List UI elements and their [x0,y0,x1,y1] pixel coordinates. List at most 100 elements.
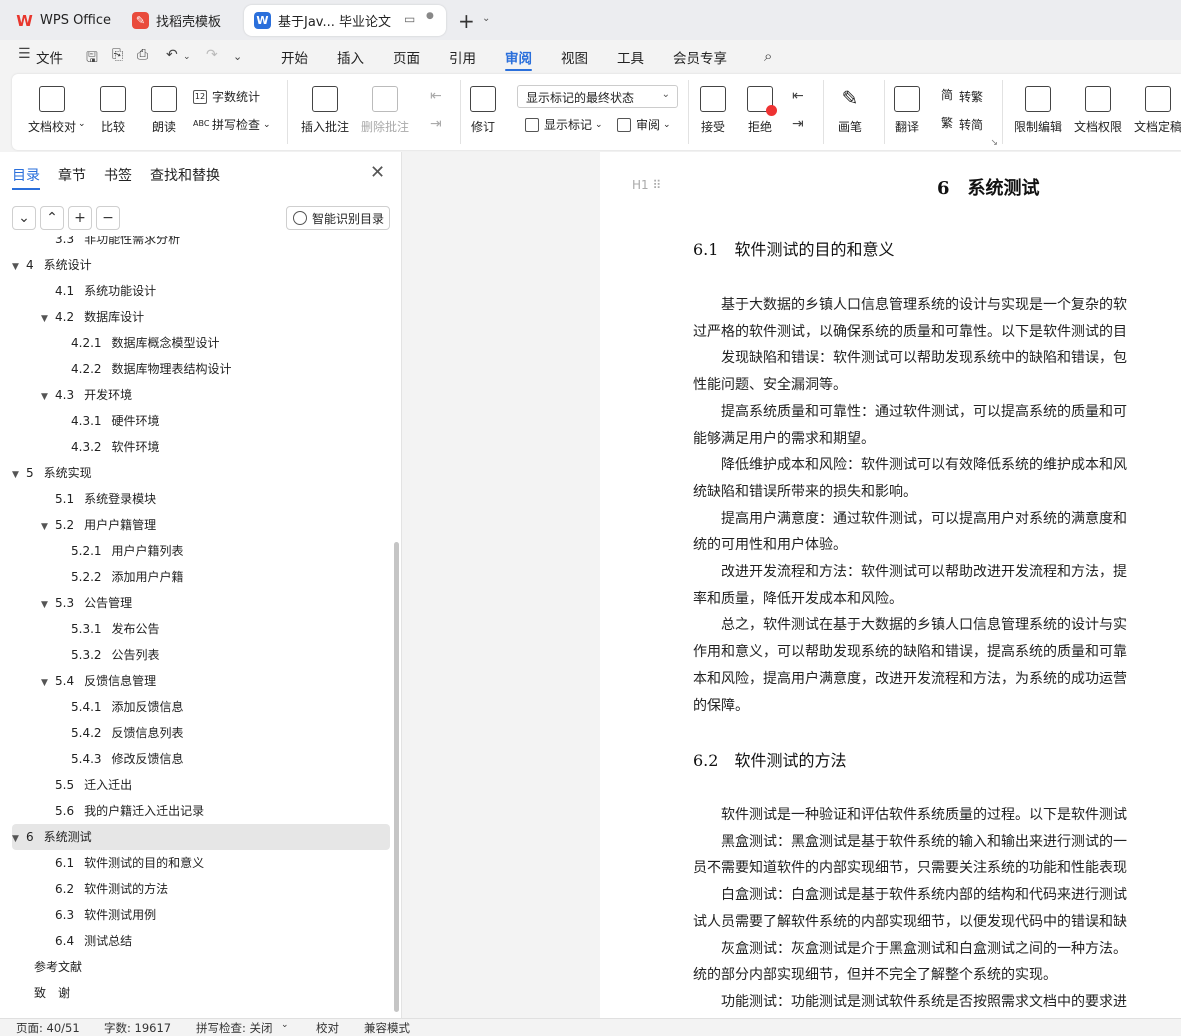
chevron-down-icon[interactable]: ⌄ [12,206,36,230]
toc-item[interactable]: 6.1 软件测试的目的和意义 [12,850,390,876]
next-change-icon[interactable]: ⇥ [792,116,804,132]
read-aloud-button[interactable]: 朗读 [151,86,177,135]
toc-item[interactable]: 致 谢 [12,980,390,1006]
expand-triangle-icon[interactable]: ▼ [41,306,55,332]
spell-check-button[interactable]: ABC 拼写检查 ⌄ [193,116,271,133]
toc-item[interactable]: 6.2 软件测试的方法 [12,876,390,902]
expand-triangle-icon[interactable]: ▼ [12,254,26,280]
tab-bookmarks[interactable]: 书签 [104,165,132,185]
chevron-up-icon[interactable]: ⌃ [40,206,64,230]
page-indicator[interactable]: 页面: 40/51 [16,1020,80,1036]
minus-icon[interactable]: − [96,206,120,230]
toc-item[interactable]: 5.3.2 公告列表 [12,642,390,668]
track-changes-button[interactable]: 修订 [470,86,496,135]
toc-item[interactable]: 5.3.1 发布公告 [12,616,390,642]
menu-file[interactable]: 文件 [36,47,63,67]
tab-wps-office[interactable]: W WPS Office [6,5,118,36]
redo-icon[interactable]: ↷ [206,47,218,63]
tab-find-replace[interactable]: 查找和替换 [150,165,220,185]
scrollbar[interactable] [394,542,399,1012]
show-markup-button[interactable]: 显示标记 ⌄ [525,116,603,133]
markup-state-dropdown[interactable]: 显示标记的最终状态 ⌄ [517,85,678,108]
tab-toc[interactable]: 目录 [12,165,40,190]
restrict-edit-button[interactable]: 限制编辑 [1014,86,1062,135]
toc-item[interactable]: ▼ 5 系统实现 [12,460,390,486]
toc-item[interactable]: 5.2.1 用户户籍列表 [12,538,390,564]
translate-button[interactable]: 翻译 [894,86,920,135]
smart-toc-button[interactable]: 智能识别目录 [286,206,390,230]
expand-triangle-icon[interactable]: ▼ [41,514,55,540]
spell-check-status[interactable]: 拼写检查: 关闭 [196,1020,273,1036]
group-launcher-icon[interactable]: ↘ [990,138,998,148]
review-pane-button[interactable]: 审阅 ⌄ [617,116,671,133]
expand-triangle-icon[interactable]: ▼ [12,462,26,488]
menu-page[interactable]: 页面 [393,47,420,67]
expand-triangle-icon[interactable]: ▼ [41,384,55,410]
screen-icon[interactable]: ▭ [404,12,415,26]
tab-docer-templates[interactable]: ✎ 找稻壳模板 [122,5,240,36]
toc-item[interactable]: ▼ 5.3 公告管理 [12,590,390,616]
proofread-status[interactable]: 校对 [316,1020,339,1036]
menu-references[interactable]: 引用 [449,47,476,67]
word-count-status[interactable]: 字数: 19617 [104,1020,171,1036]
toc-item[interactable]: 6.4 测试总结 [12,928,390,954]
share-icon[interactable]: ⎘ [112,47,123,63]
toc-item[interactable]: ▼ 4.3 开发环境 [12,382,390,408]
save-icon[interactable]: 🖫 [86,47,98,71]
compare-button[interactable]: 比较 [100,86,126,135]
menu-member[interactable]: 会员专享 [673,47,727,67]
undo-icon[interactable]: ↶ [166,47,178,63]
reject-button[interactable]: 拒绝 [747,86,777,135]
previous-comment-icon[interactable]: ⇤ [430,88,442,104]
toc-item[interactable]: 6.3 软件测试用例 [12,902,390,928]
insert-comment-button[interactable]: 插入批注 [301,86,349,135]
menu-tools[interactable]: 工具 [617,47,644,67]
unsaved-dot-icon[interactable]: ● [426,11,434,21]
document-page[interactable]: H1 ⠿ 6 系统测试 6.1 软件测试的目的和意义 6.2 软件测试的方法 基… [600,152,1181,1018]
chevron-down-icon[interactable]: ⌄ [183,52,191,62]
toc-item[interactable]: ▼ 6 系统测试 [12,824,390,850]
menu-home[interactable]: 开始 [281,47,308,67]
doc-final-button[interactable]: 文档定稿 [1134,86,1181,135]
add-icon[interactable]: + [68,206,92,230]
toc-item[interactable]: 4.1 系统功能设计 [12,278,390,304]
to-traditional-button[interactable]: 简 转繁 [940,88,983,105]
tab-thesis-document[interactable]: W 基于Jav... 毕业论文 ▭ ● [244,5,446,36]
toc-item[interactable]: 5.5 迁入迁出 [12,772,390,798]
check-doc-button[interactable]: 文档校对 [28,86,76,135]
delete-comment-button[interactable]: 删除批注 [361,86,409,135]
close-icon[interactable]: ✕ [370,162,385,183]
toc-item[interactable]: 5.4.1 添加反馈信息 [12,694,390,720]
toc-item[interactable]: ▼ 4 系统设计 [12,252,390,278]
toc-item[interactable]: ▼ 5.4 反馈信息管理 [12,668,390,694]
next-comment-icon[interactable]: ⇥ [430,116,442,132]
accept-button[interactable]: 接受 [700,86,726,135]
new-tab-button[interactable]: + [458,9,475,33]
chevron-down-icon[interactable]: ⌄ [281,1020,289,1030]
toc-item[interactable]: 5.4.2 反馈信息列表 [12,720,390,746]
toc-item[interactable]: 4.3.1 硬件环境 [12,408,390,434]
toc-item[interactable]: 3.3 非功能性需求分析 [12,236,390,252]
previous-change-icon[interactable]: ⇤ [792,88,804,104]
toc-item[interactable]: 5.4.3 修改反馈信息 [12,746,390,772]
expand-triangle-icon[interactable]: ▼ [12,826,26,852]
print-preview-icon[interactable]: ⎙ [137,47,148,63]
tab-sections[interactable]: 章节 [58,165,86,185]
doc-permission-button[interactable]: 文档权限 [1074,86,1122,135]
heading-marker-icon[interactable]: H1 ⠿ [632,178,661,192]
toc-item[interactable]: 5.1 系统登录模块 [12,486,390,512]
chevron-down-icon[interactable]: ⌄ [78,119,86,129]
expand-triangle-icon[interactable]: ▼ [41,670,55,696]
chevron-down-icon[interactable]: ⌄ [482,13,490,24]
pen-button[interactable]: ✎ 画笔 [837,86,863,135]
hamburger-icon[interactable]: ☰ [18,46,31,62]
toc-item[interactable]: 5.2.2 添加用户户籍 [12,564,390,590]
toc-item[interactable]: 参考文献 [12,954,390,980]
expand-triangle-icon[interactable]: ▼ [41,592,55,618]
word-count-button[interactable]: 12 字数统计 [193,88,260,105]
toc-item[interactable]: 4.2.2 数据库物理表结构设计 [12,356,390,382]
chevron-down-icon[interactable]: ⌄ [233,50,242,63]
menu-view[interactable]: 视图 [561,47,588,67]
toc-item[interactable]: ▼ 5.2 用户户籍管理 [12,512,390,538]
search-icon[interactable]: ⌕ [764,47,772,65]
